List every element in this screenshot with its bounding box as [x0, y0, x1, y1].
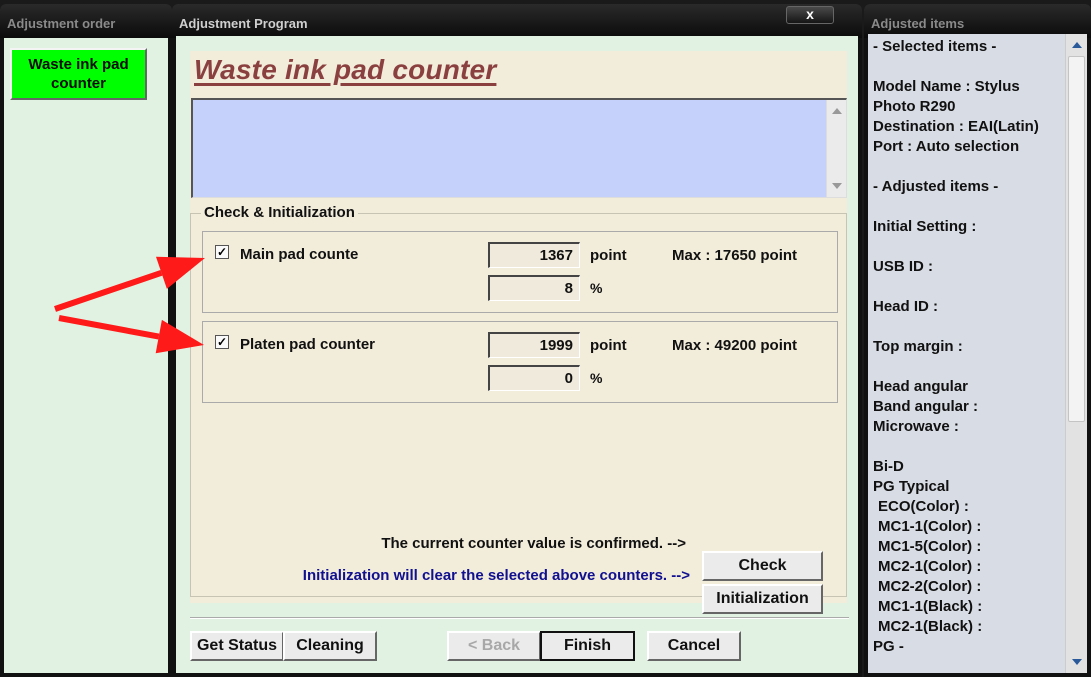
- adjusted-item-line: - Adjusted items -: [873, 178, 999, 195]
- adjusted-item-line: Destination : EAI(Latin): [873, 118, 1039, 135]
- confirm-text: The current counter value is confirmed. …: [381, 535, 686, 552]
- order-item-waste-ink-pad-counter[interactable]: Waste ink pad counter: [10, 48, 147, 100]
- adjusted-item-line: Bi-D: [873, 458, 904, 475]
- scroll-up-icon[interactable]: [1072, 42, 1082, 48]
- check-button[interactable]: Check: [702, 551, 823, 581]
- adjusted-item-line: [873, 317, 1063, 337]
- adjusted-item-line: [873, 237, 1063, 257]
- adjustment-order-window: Adjustment order Waste ink pad counter: [0, 4, 172, 677]
- message-box[interactable]: [191, 98, 847, 198]
- platen-pad-checkbox[interactable]: ✓: [215, 335, 229, 349]
- platen-pad-point-field: 1999: [488, 332, 580, 358]
- adjusted-item-line: [873, 437, 1063, 457]
- adjusted-item-line: PG -: [873, 638, 904, 655]
- adjusted-item-line: MC2-1(Color) :: [878, 558, 982, 575]
- adjusted-item-line: Head angular: [873, 378, 969, 395]
- adjusted-item-line: MC1-1(Black) :: [878, 598, 983, 615]
- adjusted-item-line: Initial Setting :: [873, 218, 977, 235]
- platen-pad-label: Platen pad counter: [240, 336, 376, 353]
- adjusted-item-line: Head ID :: [873, 298, 939, 315]
- adjusted-item-line: [873, 157, 1063, 177]
- checkmark-icon: ✓: [216, 245, 228, 259]
- adjustment-program-title: Adjustment Program: [172, 4, 862, 38]
- page-title: Waste ink pad counter: [194, 54, 497, 85]
- adjusted-items-title: Adjusted items: [864, 4, 1091, 38]
- divider: [190, 617, 849, 619]
- initialization-text: Initialization will clear the selected a…: [302, 567, 690, 584]
- platen-pad-point-unit: point: [590, 337, 627, 354]
- main-pad-max: Max : 17650 point: [672, 247, 798, 264]
- adjusted-items-scrollbar[interactable]: [1065, 34, 1087, 673]
- adjustment-order-panel: Waste ink pad counter: [4, 38, 168, 673]
- adjusted-item-line: USB ID :: [873, 258, 933, 275]
- adjustment-program-window: Adjustment Program x Waste ink pad count…: [172, 4, 862, 677]
- platen-pad-max: Max : 49200 point: [672, 337, 798, 354]
- adjusted-item-line: Band angular :: [873, 398, 979, 415]
- get-status-button[interactable]: Get Status: [190, 631, 284, 661]
- adjusted-item-line: MC1-1(Color) :: [878, 518, 982, 535]
- close-button[interactable]: x: [786, 6, 834, 24]
- adjusted-item-line: ECO(Color) :: [878, 498, 969, 515]
- main-pad-point-field: 1367: [488, 242, 580, 268]
- cleaning-button[interactable]: Cleaning: [283, 631, 377, 661]
- adjusted-item-line: [873, 57, 1063, 77]
- adjusted-item-line: Port : Auto selection: [873, 138, 1020, 155]
- platen-pad-percent-field: 0: [488, 365, 580, 391]
- program-content: Waste ink pad counter Check & Initializa…: [190, 51, 847, 603]
- adjusted-items-panel[interactable]: - Selected items - Model Name : Stylus Pho…: [868, 34, 1087, 673]
- main-pad-percent-field: 8: [488, 275, 580, 301]
- cancel-button[interactable]: Cancel: [647, 631, 741, 661]
- adjusted-item-line: Model Name : Stylus: [873, 78, 1020, 95]
- adjusted-items-list: - Selected items - Model Name : Stylus Pho…: [873, 37, 1063, 657]
- scroll-down-icon[interactable]: [832, 183, 842, 189]
- check-initialization-group: Check & Initialization ✓ Main pad counte…: [190, 204, 847, 597]
- initialization-button[interactable]: Initialization: [702, 584, 823, 614]
- adjusted-item-line: MC2-2(Color) :: [878, 578, 982, 595]
- main-pad-label: Main pad counte: [240, 246, 359, 263]
- adjusted-item-line: Top margin :: [873, 338, 963, 355]
- main-pad-percent-unit: %: [590, 280, 603, 296]
- message-scrollbar[interactable]: [826, 100, 846, 197]
- adjusted-item-line: MC2-1(Black) :: [878, 618, 983, 635]
- checkmark-icon: ✓: [216, 335, 228, 349]
- platen-pad-counter-row: ✓ Platen pad counter 1999 point Max : 49…: [202, 321, 838, 403]
- scroll-down-icon[interactable]: [1072, 659, 1082, 665]
- adjusted-item-line: [873, 357, 1063, 377]
- program-body: Waste ink pad counter Check & Initializa…: [176, 36, 858, 673]
- scrollbar-thumb[interactable]: [1068, 56, 1085, 422]
- scroll-up-icon[interactable]: [832, 108, 842, 114]
- adjusted-item-line: [873, 277, 1063, 297]
- adjusted-item-line: PG Typical: [873, 478, 950, 495]
- close-icon: x: [806, 6, 814, 22]
- main-pad-counter-row: ✓ Main pad counte 1367 point Max : 17650…: [202, 231, 838, 313]
- adjusted-item-line: MC1-5(Color) :: [878, 538, 982, 555]
- adjusted-item-line: Microwave :: [873, 418, 959, 435]
- adjusted-item-line: Photo R290: [873, 98, 956, 115]
- finish-button[interactable]: Finish: [540, 631, 635, 661]
- adjustment-order-title: Adjustment order: [0, 4, 172, 38]
- main-pad-checkbox[interactable]: ✓: [215, 245, 229, 259]
- platen-pad-percent-unit: %: [590, 370, 603, 386]
- adjusted-item-line: - Selected items -: [873, 38, 997, 55]
- back-button[interactable]: < Back: [447, 631, 541, 661]
- adjusted-item-line: [873, 197, 1063, 217]
- adjusted-items-window: Adjusted items - Selected items - Model N…: [864, 4, 1091, 677]
- group-title: Check & Initialization: [201, 204, 358, 221]
- main-pad-point-unit: point: [590, 247, 627, 264]
